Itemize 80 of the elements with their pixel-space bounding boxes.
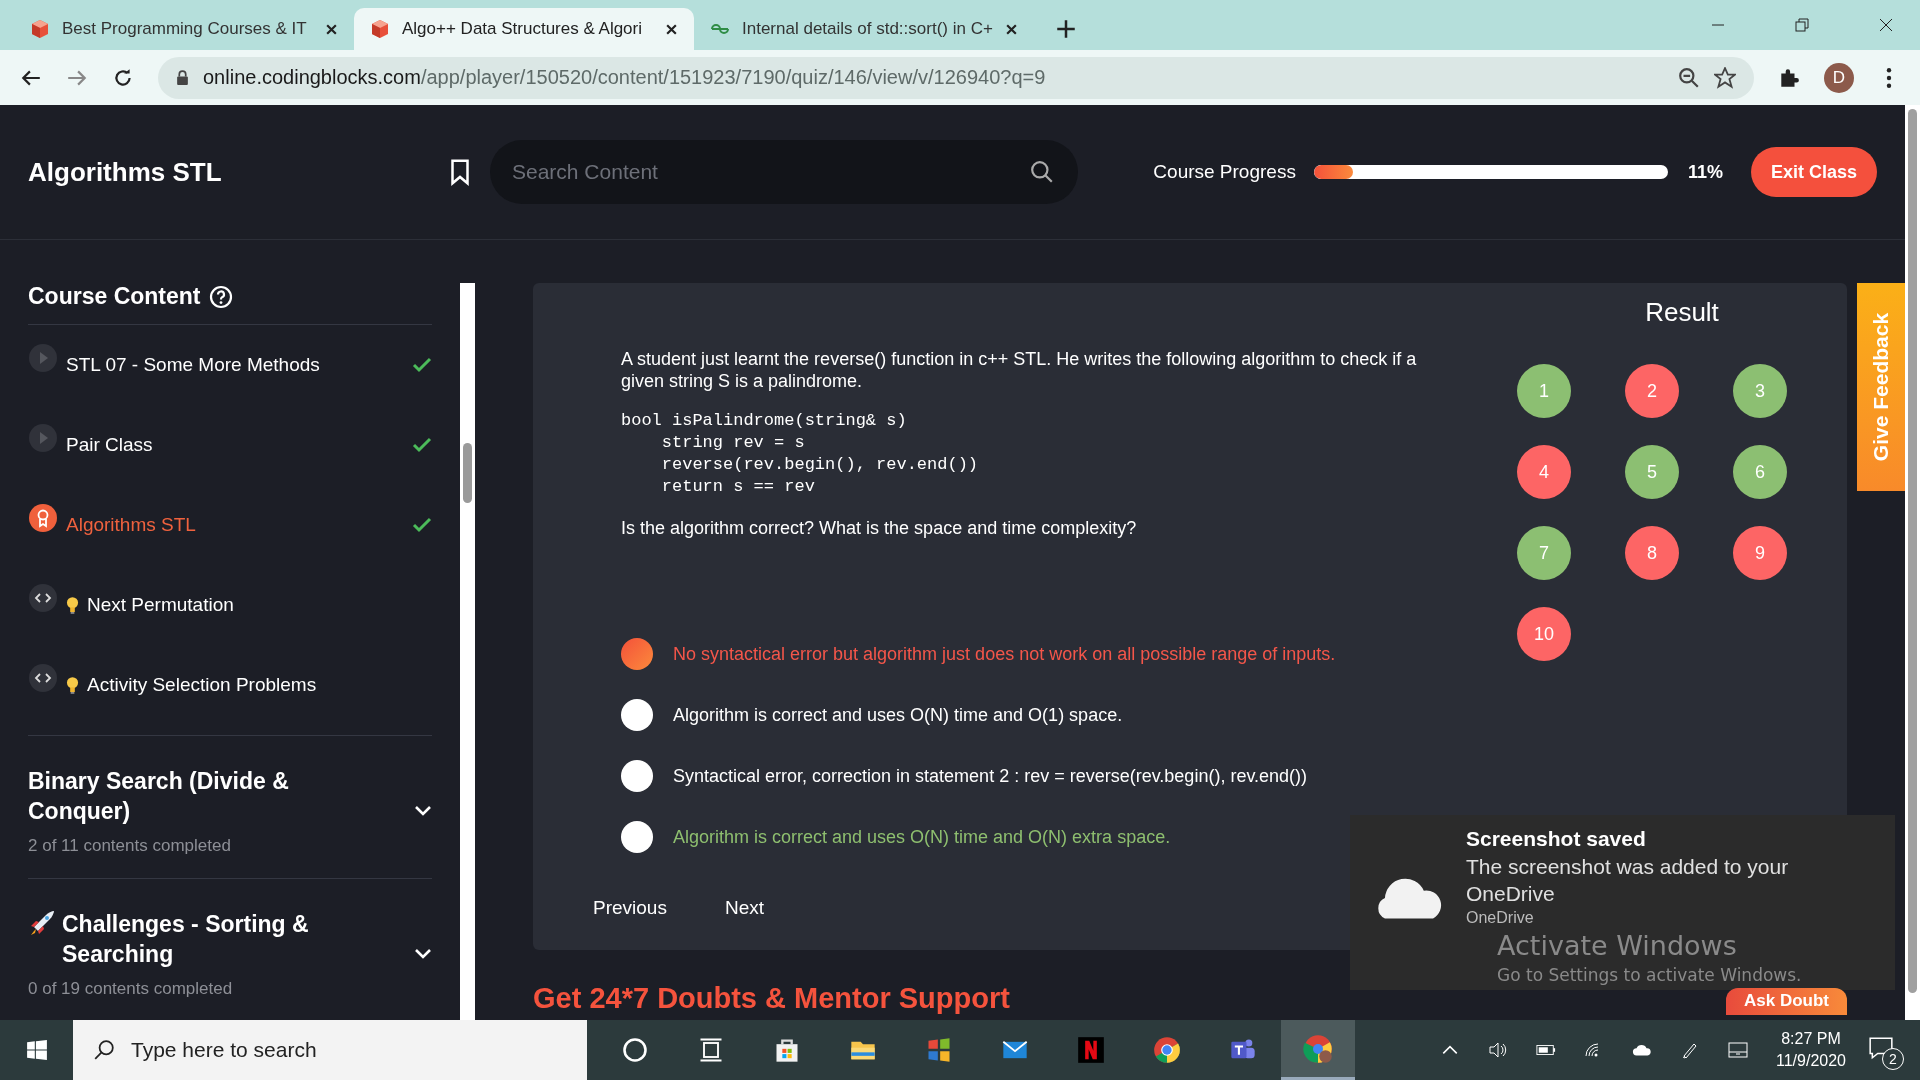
- chevron-down-icon[interactable]: [414, 805, 432, 817]
- activation-text: Go to Settings to activate Windows.: [1497, 964, 1802, 986]
- reload-icon[interactable]: [112, 66, 134, 89]
- answer-option[interactable]: Syntactical error, correction in statement 2 : rev = reverse(rev.begin(), rev.end()): [673, 765, 1308, 787]
- lightbulb-icon: [66, 675, 79, 695]
- answer-option[interactable]: Algorithm is correct and uses O(N) time and O(1) space.: [673, 704, 1123, 726]
- keyboard-icon[interactable]: [1728, 1041, 1748, 1059]
- activation-title: Activate Windows: [1497, 930, 1738, 962]
- toast-message: The screenshot was added to your OneDrive: [1466, 854, 1790, 907]
- cube-icon: [370, 19, 390, 39]
- answer-option[interactable]: Algorithm is correct and uses O(N) time and O(N) extra space.: [673, 826, 1171, 848]
- sidebar-scrollbar[interactable]: [460, 283, 475, 1020]
- notification-count: 2: [1882, 1048, 1904, 1070]
- windows-start-icon[interactable]: [26, 1039, 48, 1061]
- zoom-out-icon[interactable]: [1678, 66, 1700, 89]
- close-icon[interactable]: [1878, 17, 1894, 33]
- page-scrollbar[interactable]: [1905, 105, 1920, 1020]
- nav-button[interactable]: Next: [712, 891, 776, 925]
- toast-app-name: OneDrive: [1466, 909, 1535, 927]
- close-icon[interactable]: [1005, 22, 1018, 36]
- progress-percent: 11%: [1687, 161, 1723, 183]
- section-title[interactable]: Binary Search (Divide & Conquer): [28, 766, 328, 826]
- profile-avatar[interactable]: D: [1824, 62, 1854, 93]
- restore-icon[interactable]: [1794, 17, 1810, 33]
- clock-date[interactable]: 11/9/2020: [1776, 1050, 1846, 1072]
- search-icon[interactable]: [1030, 160, 1054, 184]
- progress-label: Course Progress: [1153, 161, 1296, 183]
- rocket-icon: [28, 909, 56, 937]
- clock-time[interactable]: 8:27 PM: [1781, 1028, 1841, 1050]
- cube-icon: [30, 19, 50, 39]
- lock-icon: [176, 70, 189, 85]
- circle-icon[interactable]: [621, 1036, 649, 1064]
- browser-tab[interactable]: Internal details of std::sort() in C+: [694, 8, 1034, 50]
- close-icon[interactable]: [665, 22, 678, 36]
- code-text: bool isPalindrome(string& s) string rev = s reverse(rev.begin(), rev.end()) return s == rev: [621, 410, 980, 498]
- help-icon[interactable]: [208, 284, 233, 309]
- puzzle-icon[interactable]: [1778, 66, 1800, 89]
- chevron-down-icon[interactable]: [414, 948, 432, 960]
- radio-button[interactable]: [621, 699, 653, 731]
- speaker-icon[interactable]: [1488, 1041, 1508, 1059]
- question-prompt: Is the algorithm correct? What is the space and time complexity?: [621, 518, 1138, 539]
- search-field[interactable]: Search Content: [490, 140, 1078, 204]
- lesson-item[interactable]: STL 07 - Some More Methods: [66, 354, 320, 376]
- nav-button[interactable]: Previous: [581, 891, 679, 925]
- result-title: Result: [1644, 297, 1720, 328]
- letter-n-tile-icon[interactable]: [1077, 1036, 1105, 1064]
- bookmark-icon[interactable]: [450, 158, 470, 186]
- play-icon: [28, 423, 58, 453]
- url-text: online.codingblocks.com/app/player/150520/content/151923/7190/quiz/146/view/v/126940?q=9: [203, 66, 1046, 89]
- lightbulb-icon: [66, 595, 79, 615]
- chrome-icon[interactable]: [1153, 1036, 1181, 1064]
- course-title: Algorithms STL: [28, 156, 223, 188]
- ribbon-icon: [28, 503, 58, 533]
- search-icon: [93, 1039, 115, 1061]
- address-bar[interactable]: online.codingblocks.com/app/player/150520/content/151923/7190/quiz/146/view/v/126940?q=9: [158, 56, 1754, 99]
- sidebar-heading: Course Content: [28, 283, 201, 310]
- radio-button[interactable]: [621, 760, 653, 792]
- chrome-icon: [1303, 1033, 1333, 1064]
- star-icon[interactable]: [1714, 66, 1736, 89]
- code-icon: [28, 663, 58, 693]
- close-icon[interactable]: [325, 22, 338, 36]
- taskbar-search-field[interactable]: Type here to search: [73, 1020, 587, 1080]
- radio-button[interactable]: [621, 638, 653, 670]
- toast-title: Screenshot saved: [1466, 827, 1647, 851]
- section-title[interactable]: Challenges - Sorting & Searching: [62, 909, 392, 969]
- lesson-item[interactable]: Activity Selection Problems: [87, 674, 317, 696]
- browser-tab[interactable]: Algo++ Data Structures & Algori: [354, 8, 694, 50]
- question-text: A student just learnt the reverse() function in c++ STL. He writes the following algorithm to check if a given string S is a palindrome.: [621, 348, 1418, 392]
- code-icon: [28, 583, 58, 613]
- lesson-item[interactable]: Algorithms STL: [66, 514, 196, 536]
- notification-center-button[interactable]: 2: [1864, 1030, 1904, 1070]
- radio-button[interactable]: [621, 821, 653, 853]
- lesson-item[interactable]: Pair Class: [66, 434, 153, 456]
- play-icon: [28, 343, 58, 373]
- browser-tab[interactable]: Best Programming Courses & IT: [14, 8, 354, 50]
- support-heading: Get 24*7 Doubts & Mentor Support: [533, 982, 1010, 1015]
- answer-option[interactable]: No syntactical error but algorithm just does not work on all possible range of inputs.: [673, 643, 1336, 665]
- plus-icon[interactable]: [1056, 19, 1076, 39]
- taskbar-active-app[interactable]: [1281, 1020, 1355, 1080]
- lesson-item[interactable]: Next Permutation: [87, 594, 234, 616]
